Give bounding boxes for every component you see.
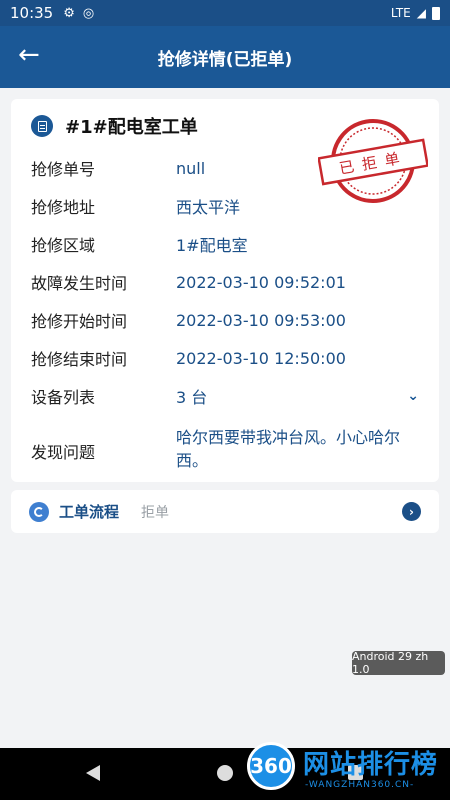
watermark-subtext: -WANGZHAN360.CN-: [305, 780, 415, 790]
battery-icon: [432, 6, 440, 20]
network-label: LTE: [390, 6, 411, 20]
watermark: 360 网站排行榜 -WANGZHAN360.CN-: [245, 740, 450, 800]
watermark-logo: 360: [247, 742, 295, 790]
field-value: 2022-03-10 12:50:00: [176, 348, 346, 368]
status-time: 10:35: [10, 4, 54, 22]
workflow-row[interactable]: 工单流程 拒单 ›: [11, 490, 439, 533]
version-toast: Android 29 zh 1.0: [352, 650, 445, 676]
work-order-title: #1#配电室工单: [65, 117, 198, 138]
rejected-stamp: 已拒单: [318, 119, 428, 203]
chevron-right-icon[interactable]: ›: [402, 502, 421, 521]
field-label: 抢修结束时间: [31, 350, 128, 369]
back-arrow-icon[interactable]: ←: [18, 42, 40, 68]
field-value: 2022-03-10 09:53:00: [176, 310, 346, 330]
chevron-down-icon[interactable]: ⌄: [407, 388, 419, 404]
detail-row-fault-time: 故障发生时间 2022-03-10 09:52:01: [31, 263, 431, 301]
settings-icon: ⚙: [63, 5, 75, 21]
detail-row-problem: 发现问题 哈尔西要带我冲台风。小心哈尔西。: [31, 415, 431, 495]
field-label: 设备列表: [31, 388, 96, 407]
field-value: null: [176, 158, 206, 178]
field-label: 抢修开始时间: [31, 312, 128, 331]
detail-row-start-time: 抢修开始时间 2022-03-10 09:53:00: [31, 301, 431, 339]
watermark-text: 网站排行榜: [303, 750, 439, 780]
workflow-title: 工单流程: [59, 503, 120, 521]
device-list-row[interactable]: 设备列表 3 台 ⌄: [31, 377, 431, 415]
field-value: 2022-03-10 09:52:01: [176, 272, 346, 292]
workflow-icon: [29, 501, 49, 522]
detail-row-end-time: 抢修结束时间 2022-03-10 12:50:00: [31, 339, 431, 377]
device-count: 3 台: [176, 388, 208, 407]
document-icon: [31, 115, 53, 137]
field-label: 故障发生时间: [31, 274, 128, 293]
problem-text: 哈尔西要带我冲台风。小心哈尔西。: [176, 428, 401, 470]
nav-home-icon[interactable]: [217, 765, 233, 781]
sync-icon: ◎: [82, 5, 95, 21]
workflow-status: 拒单: [141, 504, 170, 521]
field-label: 抢修地址: [31, 198, 96, 217]
detail-row-area: 抢修区域 1#配电室: [31, 225, 431, 263]
app-bar: ← 抢修详情(已拒单): [0, 26, 450, 88]
field-label: 抢修单号: [31, 160, 96, 179]
status-right: LTE ◢: [391, 6, 440, 20]
field-value: 西太平洋: [176, 198, 241, 217]
page-title: 抢修详情(已拒单): [157, 49, 293, 70]
signal-icon: ◢: [416, 6, 426, 20]
card-header: #1#配电室工单: [31, 113, 198, 139]
field-value: 1#配电室: [176, 236, 248, 255]
field-label: 发现问题: [31, 443, 96, 462]
status-bar: 10:35 ⚙ ◎ LTE ◢: [0, 0, 450, 26]
nav-back-icon[interactable]: [86, 765, 100, 781]
field-label: 抢修区域: [31, 236, 96, 255]
